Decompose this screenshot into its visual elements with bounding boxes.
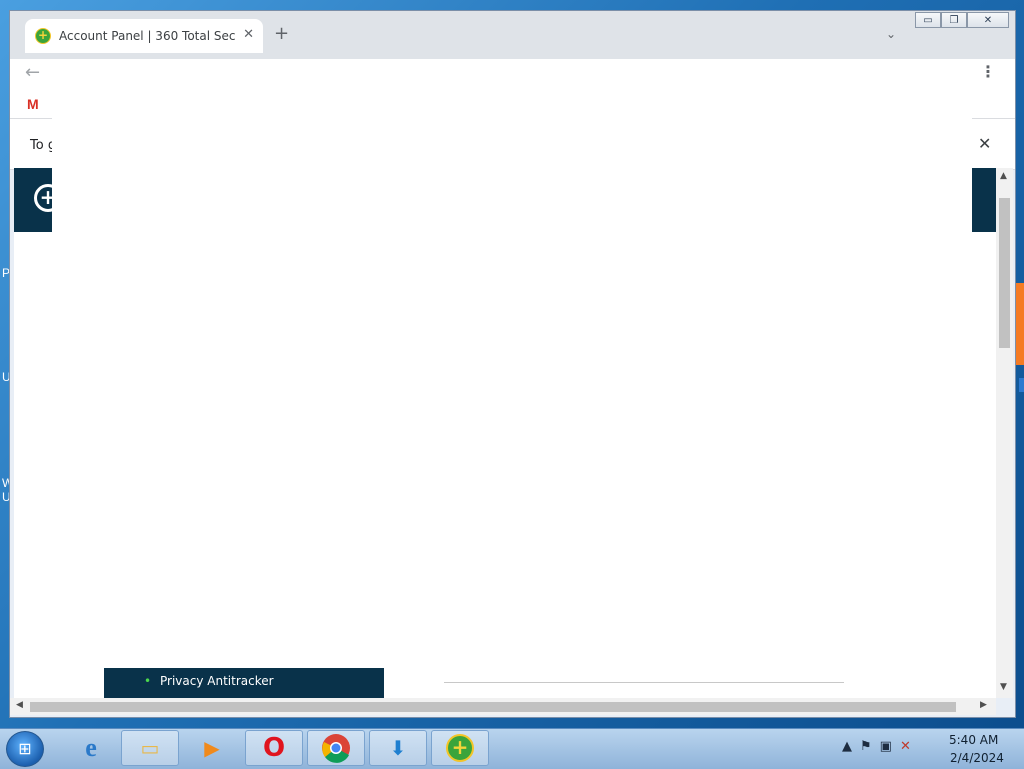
title-bar: ▭ ❐ ✕ + Account Panel | 360 Total Securi… — [10, 11, 1015, 59]
bullet-icon: • — [144, 674, 152, 688]
sidebar-nav: • Privacy Antitracker — [104, 668, 384, 698]
info-bar-close-icon[interactable]: ✕ — [978, 134, 991, 153]
system-tray: ▲ ⚑ ▣ ✕ — [842, 739, 911, 754]
chrome-icon[interactable] — [307, 730, 365, 766]
gmail-icon[interactable]: M — [27, 96, 39, 112]
minimize-icon: ▭ — [923, 14, 933, 26]
scroll-right-icon[interactable]: ▶ — [980, 700, 987, 710]
start-button[interactable]: ⊞ — [6, 731, 44, 767]
restore-button[interactable]: ❐ — [941, 12, 967, 28]
tab-close-icon[interactable]: ✕ — [243, 27, 254, 42]
taskbar: ⊞ e ▭ ▶ O ⬇ + ▲ ⚑ ▣ ✕ 5:40 AM 2/4/2024 — [0, 728, 1024, 769]
tab-search-icon[interactable]: ⌄ — [886, 27, 896, 41]
restore-icon: ❐ — [949, 14, 959, 26]
tab-account-panel[interactable]: + Account Panel | 360 Total Securit ✕ — [25, 19, 263, 53]
vertical-scroll-thumb[interactable] — [999, 198, 1010, 348]
desktop-window-edge — [1019, 378, 1024, 392]
horizontal-scroll-thumb[interactable] — [30, 702, 956, 712]
minimize-button[interactable]: ▭ — [915, 12, 941, 28]
divider — [444, 682, 844, 683]
clock-time[interactable]: 5:40 AM — [949, 733, 998, 747]
volume-muted-icon[interactable]: ✕ — [900, 739, 911, 754]
browser-menu-icon[interactable]: ⋮ — [980, 62, 996, 81]
downloader-icon[interactable]: ⬇ — [369, 730, 427, 766]
file-explorer-icon[interactable]: ▭ — [121, 730, 179, 766]
opera-icon[interactable]: O — [245, 730, 303, 766]
blank-popup-overlay — [52, 60, 972, 666]
close-icon: ✕ — [983, 14, 993, 26]
horizontal-scrollbar[interactable]: ◀ ▶ — [10, 698, 996, 715]
new-tab-button[interactable]: + — [274, 25, 289, 43]
network-icon[interactable]: ▣ — [880, 739, 892, 754]
close-window-button[interactable]: ✕ — [967, 12, 1009, 28]
360-total-security-icon[interactable]: + — [431, 730, 489, 766]
internet-explorer-icon[interactable]: e — [62, 730, 120, 766]
scroll-up-icon[interactable]: ▲ — [1000, 171, 1007, 181]
scroll-left-icon[interactable]: ◀ — [16, 700, 23, 710]
tab-title: Account Panel | 360 Total Securit — [59, 29, 235, 43]
show-hidden-icons-icon[interactable]: ▲ — [842, 739, 852, 754]
sidebar-item-privacy-antitracker[interactable]: Privacy Antitracker — [160, 674, 274, 688]
action-center-flag-icon[interactable]: ⚑ — [860, 739, 872, 754]
360-total-security-favicon-icon: + — [35, 28, 51, 44]
back-button[interactable]: ← — [25, 62, 40, 83]
media-player-icon[interactable]: ▶ — [183, 730, 241, 766]
scroll-down-icon[interactable]: ▼ — [1000, 682, 1007, 692]
vertical-scrollbar[interactable]: ▲ ▼ — [996, 168, 1013, 698]
clock-date[interactable]: 2/4/2024 — [950, 751, 1004, 765]
